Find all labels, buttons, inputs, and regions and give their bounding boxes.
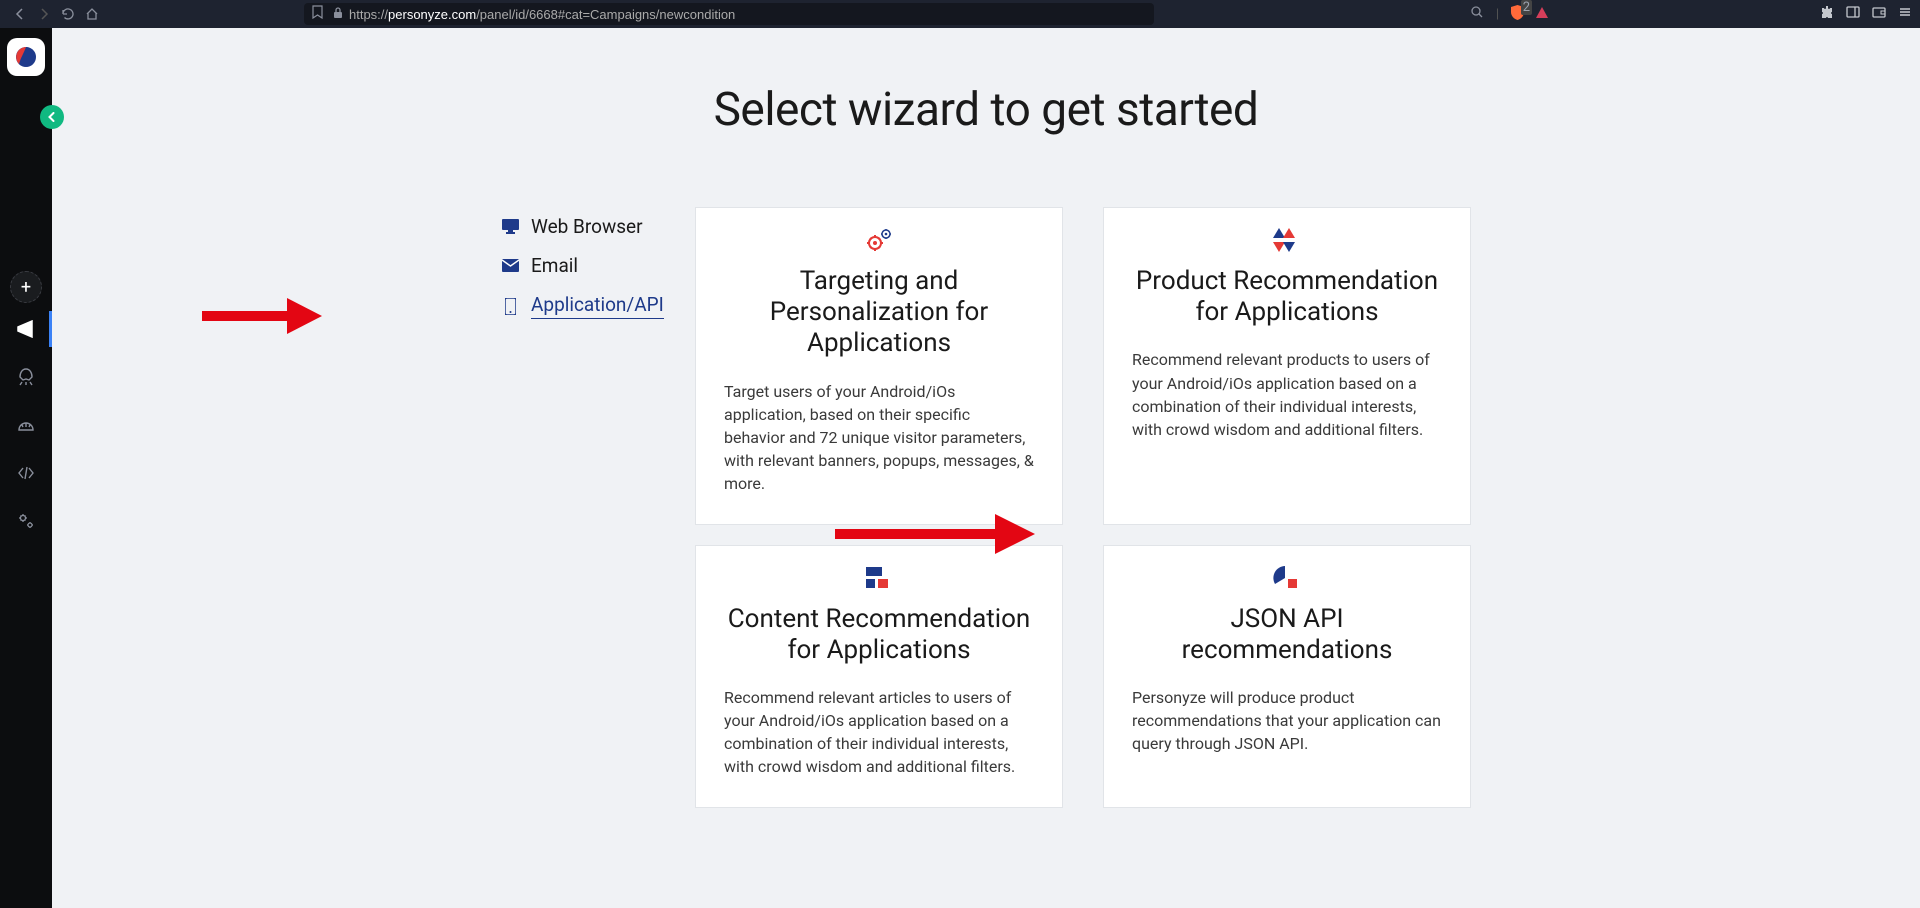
back-button[interactable] [8,2,32,26]
monitor-icon [501,219,519,234]
card-title: Product Recommendation for Applications [1132,266,1442,328]
card-desc: Recommend relevant products to users of … [1132,348,1442,441]
home-button[interactable] [80,2,104,26]
content-area: Select wizard to get started W [52,28,1920,908]
menu-icon[interactable] [1898,5,1912,23]
annotation-arrow-2 [835,506,1035,556]
tab-email[interactable]: Email [501,246,671,285]
divider: | [1496,7,1499,22]
tab-label: Email [531,254,578,277]
pie-icon [1132,564,1442,592]
bookmark-icon[interactable] [312,5,323,23]
rail-campaigns[interactable] [0,307,52,351]
card-json-api[interactable]: JSON API recommendations Personyze will … [1103,545,1471,808]
lock-icon [333,7,343,22]
rail-rocket[interactable] [0,355,52,399]
url-bar[interactable]: https://personyze.com/panel/id/6668#cat=… [304,3,1154,25]
card-targeting-personalization[interactable]: Targeting and Personalization for Applic… [695,207,1063,525]
card-desc: Personyze will produce product recommend… [1132,686,1442,756]
page-title: Select wizard to get started [52,83,1920,137]
rail-code[interactable] [0,451,52,495]
rail-dashboard[interactable] [0,403,52,447]
tab-label: Web Browser [531,215,643,238]
url-text: https://personyze.com/panel/id/6668#cat=… [349,7,735,22]
panel-icon[interactable] [1846,5,1860,23]
forward-button[interactable] [32,2,56,26]
annotation-arrow-1 [202,288,322,338]
add-button[interactable]: + [10,271,42,303]
gears-icon [724,226,1034,254]
card-title: Targeting and Personalization for Applic… [724,266,1034,360]
card-content-recommendation[interactable]: Content Recommendation for Applications … [695,545,1063,808]
extensions-icon[interactable] [1820,5,1834,23]
left-rail: + [0,28,52,908]
wizard-cards: Targeting and Personalization for Applic… [695,207,1471,808]
reload-button[interactable] [56,2,80,26]
app-logo[interactable] [7,38,45,76]
browser-right-icons: | 2 [1470,5,1912,24]
wallet-icon[interactable] [1872,5,1886,23]
collapse-rail-button[interactable] [40,105,64,129]
card-product-recommendation[interactable]: Product Recommendation for Applications … [1103,207,1471,525]
search-icon[interactable] [1470,5,1484,23]
envelope-icon [501,259,519,272]
card-title: Content Recommendation for Applications [724,604,1034,666]
wizard-tabs: Web Browser Email Application/API [501,207,671,808]
browser-chrome: https://personyze.com/panel/id/6668#cat=… [0,0,1920,28]
tab-application-api[interactable]: Application/API [501,285,671,327]
mobile-icon [501,298,519,315]
rail-settings[interactable] [0,499,52,543]
brave-triangle-icon[interactable] [1536,7,1548,22]
triangles-icon [1132,226,1442,254]
card-desc: Target users of your Android/iOs applica… [724,380,1034,496]
tab-web-browser[interactable]: Web Browser [501,207,671,246]
card-title: JSON API recommendations [1132,604,1442,666]
tab-label: Application/API [531,293,664,319]
shield-icon[interactable]: 2 [1511,5,1524,24]
shield-count: 2 [1521,0,1532,15]
card-desc: Recommend relevant articles to users of … [724,686,1034,779]
blocks-icon [724,564,1034,592]
